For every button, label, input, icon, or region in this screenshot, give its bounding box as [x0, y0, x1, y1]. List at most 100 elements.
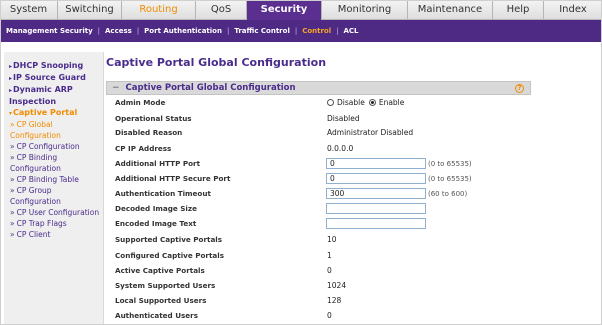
security-subnav: Management Security | Access | Port Auth… — [0, 20, 602, 42]
field-label: Operational Status — [115, 114, 192, 123]
sidebar-subitem-label: CP Client — [16, 230, 51, 239]
sidebar-subitem-cp-trap-flags[interactable]: » CP Trap Flags — [9, 218, 103, 229]
tab-routing[interactable]: Routing — [122, 0, 196, 20]
field-label: Decoded Image Size — [115, 204, 197, 213]
row-cp-ip-address: CP IP Address 0.0.0.0 — [106, 142, 531, 155]
subnav-separator: | — [336, 27, 339, 35]
bullet-icon: » — [10, 219, 15, 228]
cp-ip-address-value: 0.0.0.0 — [327, 144, 354, 153]
row-disabled-reason: Disabled Reason Administrator Disabled — [106, 126, 531, 139]
subnav-access[interactable]: Access — [105, 27, 132, 35]
supported-portals-value: 10 — [327, 235, 337, 244]
subnav-control[interactable]: Control — [302, 27, 331, 35]
subnav-management-security[interactable]: Management Security — [6, 27, 93, 35]
field-label: Supported Captive Portals — [115, 235, 223, 244]
bullet-icon: » — [10, 175, 15, 184]
sidebar-subitem-label: CP Global Configuration — [10, 120, 61, 140]
encoded-image-text-input[interactable] — [326, 218, 426, 229]
help-icon[interactable]: ? — [515, 84, 524, 93]
field-label: Encoded Image Text — [115, 219, 197, 228]
tab-qos[interactable]: QoS — [196, 0, 247, 20]
row-auth-timeout: Authentication Timeout (60 to 600) — [106, 187, 531, 200]
row-http-port: Additional HTTP Port (0 to 65535) — [106, 157, 531, 170]
field-label: Active Captive Portals — [115, 266, 205, 275]
admin-mode-radio-group: Disable Enable — [327, 98, 408, 107]
sidebar-subitem-cp-configuration[interactable]: » CP Configuration — [9, 141, 103, 152]
subnav-acl[interactable]: ACL — [344, 27, 359, 35]
sidebar-item-captive-portal[interactable]: ▾Captive Portal — [9, 107, 103, 119]
sidebar-subitem-cp-binding-configuration[interactable]: » CP Binding Configuration — [9, 152, 103, 174]
disabled-reason-value: Administrator Disabled — [327, 128, 414, 137]
http-port-range: (0 to 65535) — [428, 159, 472, 168]
sidebar-item-label: IP Source Guard — [13, 73, 86, 82]
sidebar-subitem-cp-user-configuration[interactable]: » CP User Configuration — [9, 207, 103, 218]
tab-monitoring[interactable]: Monitoring — [322, 0, 408, 20]
active-portals-value: 0 — [327, 266, 332, 275]
https-port-range: (0 to 65535) — [428, 174, 472, 183]
tab-security[interactable]: Security — [247, 0, 322, 20]
bullet-icon: » — [10, 142, 15, 151]
config-panel: − Captive Portal Global Configuration ? … — [106, 81, 531, 325]
decoded-image-size-input[interactable] — [326, 203, 426, 214]
enable-radio-label: Enable — [378, 98, 405, 107]
sidebar-subitem-label: CP Binding Configuration — [10, 153, 61, 173]
sidebar-item-label: Captive Portal — [13, 108, 78, 117]
sidebar-subitem-label: CP Group Configuration — [10, 186, 61, 206]
auth-timeout-range: (60 to 600) — [428, 189, 468, 198]
sidebar-subitem-cp-global-configuration[interactable]: » CP Global Configuration — [9, 119, 103, 141]
row-auth-users: Authenticated Users 0 — [106, 309, 531, 322]
sidebar-item-label: Dynamic ARP Inspection — [9, 85, 73, 106]
sidebar-subitem-cp-client[interactable]: » CP Client — [9, 229, 103, 240]
sidebar-subitem-cp-group-configuration[interactable]: » CP Group Configuration — [9, 185, 103, 207]
sidebar-item-label: DHCP Snooping — [13, 61, 84, 70]
sidebar-subitem-label: CP User Configuration — [16, 208, 100, 217]
main-tab-bar: System Switching Routing QoS Security Mo… — [0, 0, 602, 20]
row-operational-status: Operational Status Disabled — [106, 112, 531, 125]
subnav-separator: | — [294, 27, 298, 35]
tab-system[interactable]: System — [0, 0, 58, 20]
arrow-right-icon: ▸ — [9, 87, 13, 94]
operational-status-value: Disabled — [327, 114, 360, 123]
system-users-value: 1024 — [327, 281, 347, 290]
subnav-port-authentication[interactable]: Port Authentication — [144, 27, 222, 35]
field-label: Disabled Reason — [115, 128, 183, 137]
tab-index[interactable]: Index — [544, 0, 602, 20]
tab-help[interactable]: Help — [493, 0, 544, 20]
row-configured-portals: Configured Captive Portals 1 — [106, 249, 531, 262]
enable-radio[interactable] — [368, 99, 376, 106]
field-label: CP IP Address — [115, 144, 172, 153]
sidebar-subitem-label: CP Binding Table — [16, 175, 79, 184]
local-users-value: 128 — [327, 296, 342, 305]
subnav-separator: | — [97, 27, 101, 35]
sidebar-subitem-cp-binding-table[interactable]: » CP Binding Table — [9, 174, 103, 185]
tab-switching[interactable]: Switching — [58, 0, 122, 20]
http-port-input[interactable] — [326, 158, 426, 169]
arrow-right-icon: ▸ — [9, 75, 13, 82]
auth-timeout-input[interactable] — [326, 188, 426, 199]
collapse-icon[interactable]: − — [112, 83, 120, 93]
tab-maintenance[interactable]: Maintenance — [408, 0, 493, 20]
sidebar-item-dynamic-arp-inspection[interactable]: ▸Dynamic ARP Inspection — [9, 84, 103, 107]
sidebar-item-ip-source-guard[interactable]: ▸IP Source Guard — [9, 72, 103, 84]
configured-portals-value: 1 — [327, 251, 332, 260]
bullet-icon: » — [10, 186, 15, 195]
row-system-users: System Supported Users 1024 — [106, 279, 531, 292]
row-https-port: Additional HTTP Secure Port (0 to 65535) — [106, 172, 531, 185]
sidebar-item-dhcp-snooping[interactable]: ▸DHCP Snooping — [9, 60, 103, 72]
row-local-users: Local Supported Users 128 — [106, 294, 531, 307]
field-label: Authenticated Users — [115, 311, 199, 320]
https-port-input[interactable] — [326, 173, 426, 184]
arrow-down-icon: ▾ — [9, 110, 13, 117]
subnav-traffic-control[interactable]: Traffic Control — [234, 27, 290, 35]
disable-radio[interactable] — [327, 99, 334, 106]
sidebar-subitem-label: CP Trap Flags — [16, 219, 67, 228]
subnav-separator: | — [226, 27, 230, 35]
field-label: Authentication Timeout — [115, 189, 211, 198]
bullet-icon: » — [10, 208, 15, 217]
row-active-portals: Active Captive Portals 0 — [106, 264, 531, 277]
sidebar-subitem-label: CP Configuration — [16, 142, 80, 151]
sidebar: ▸DHCP Snooping ▸IP Source Guard ▸Dynamic… — [4, 52, 104, 325]
panel-title: Captive Portal Global Configuration — [125, 83, 296, 93]
auth-users-value: 0 — [327, 311, 332, 320]
bullet-icon: » — [10, 120, 15, 129]
